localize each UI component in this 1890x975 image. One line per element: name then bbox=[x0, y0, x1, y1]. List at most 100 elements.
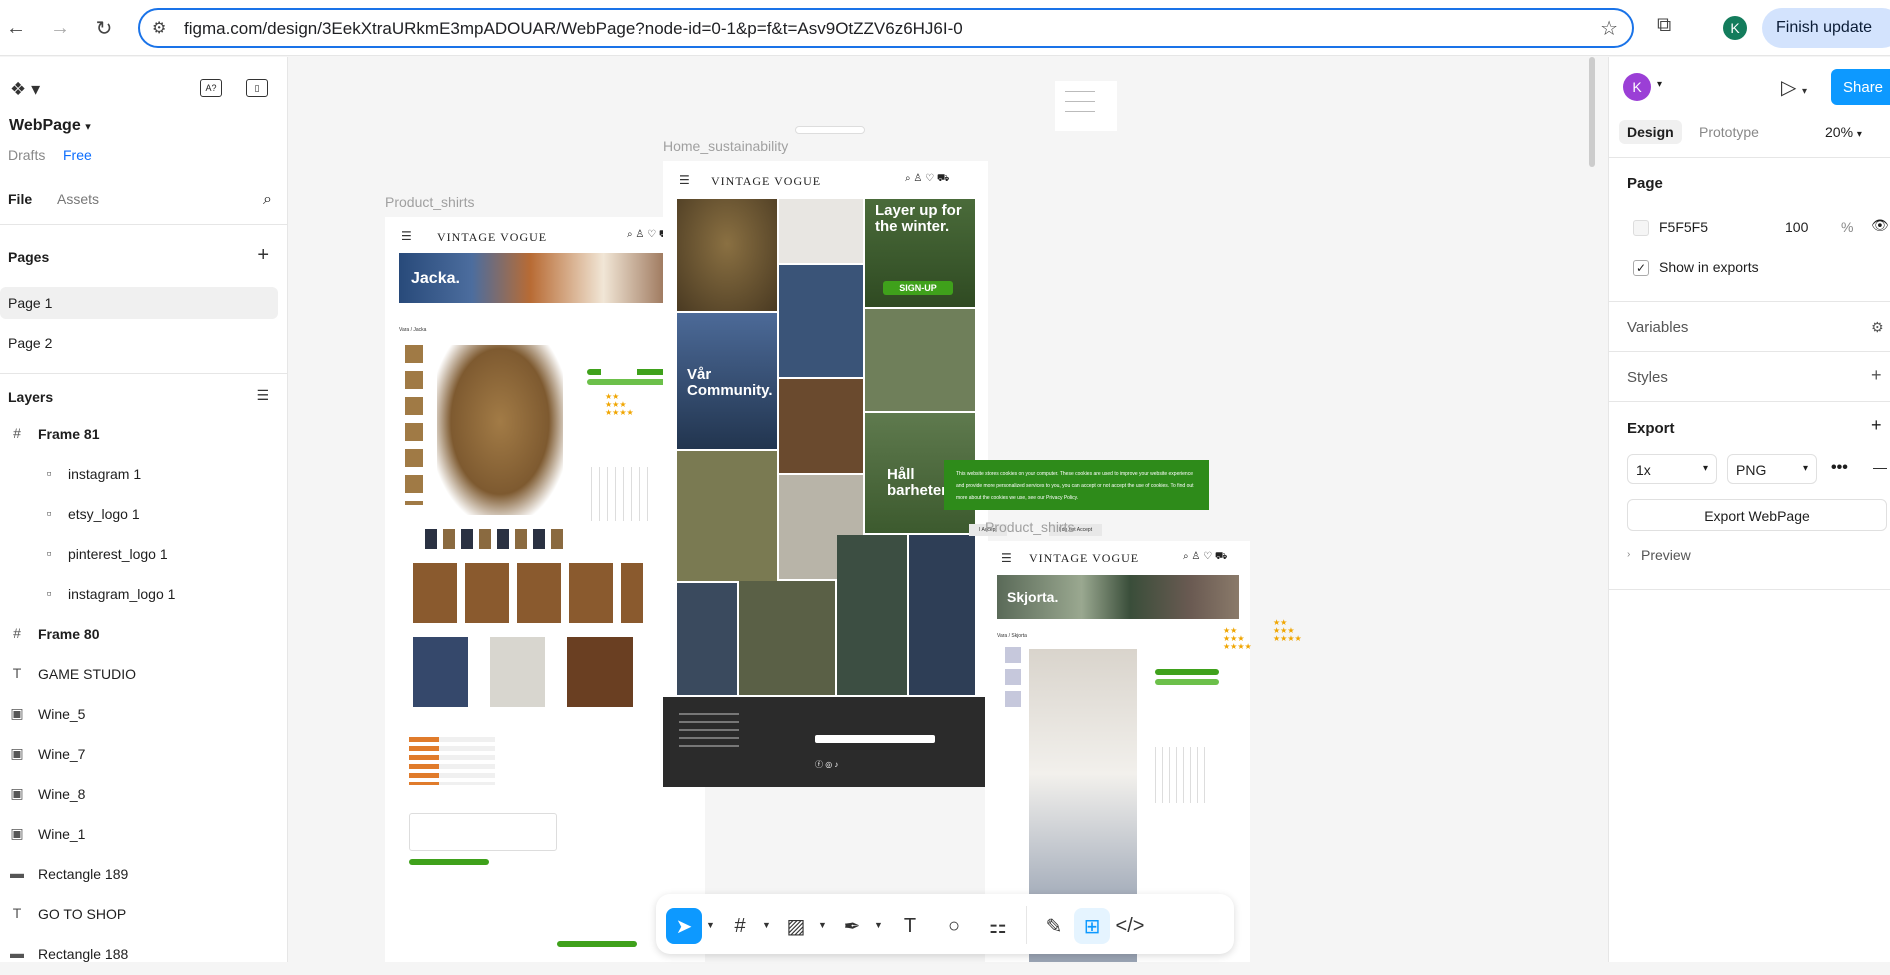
show-in-exports-checkbox[interactable]: ✓ bbox=[1633, 260, 1649, 276]
preview-toggle[interactable]: Preview bbox=[1641, 547, 1691, 563]
user-avatar[interactable]: K bbox=[1623, 73, 1651, 101]
eye-icon[interactable]: 👁 bbox=[1871, 217, 1889, 234]
layer-item[interactable]: ▬ Rectangle 189 bbox=[0, 855, 288, 895]
bg-color-value[interactable]: F5F5F5 bbox=[1659, 219, 1708, 235]
extensions-icon[interactable]: ⧉ bbox=[1657, 14, 1671, 37]
variables-icon[interactable]: ⚙ bbox=[1871, 319, 1884, 336]
layer-item[interactable]: ▫ instagram_logo 1 bbox=[0, 575, 288, 615]
page-item-2[interactable]: Page 2 bbox=[0, 327, 278, 359]
layer-item[interactable]: ▣ Wine_1 bbox=[0, 815, 288, 855]
more-options-icon[interactable]: ••• bbox=[1831, 459, 1848, 477]
chevron-down-icon[interactable]: ▼ bbox=[706, 920, 715, 930]
ai-toggle-icon[interactable]: A? bbox=[200, 79, 222, 97]
move-tool-icon[interactable]: ➤ bbox=[666, 908, 702, 944]
add-export-icon[interactable]: + bbox=[1871, 415, 1882, 436]
frame-label[interactable]: Product_shirts bbox=[985, 519, 1074, 535]
dev-mode-icon[interactable]: </> bbox=[1112, 908, 1148, 944]
design-mode-icon[interactable]: ⊞ bbox=[1074, 908, 1110, 944]
file-name[interactable]: WebPage ▾ bbox=[9, 117, 91, 135]
chevron-down-icon[interactable]: ▼ bbox=[818, 920, 827, 930]
chevron-right-icon[interactable]: › bbox=[1627, 549, 1630, 560]
text-tool-icon[interactable]: T bbox=[892, 908, 928, 944]
home-sustainability-frame[interactable]: ☰ VINTAGE VOGUE ⌕ ♙ ♡ ⛟ Layer up for the… bbox=[663, 161, 988, 701]
tab-assets[interactable]: Assets bbox=[57, 191, 99, 207]
layer-item[interactable]: # Frame 80 bbox=[0, 615, 288, 655]
design-canvas[interactable]: Product_shirts ☰ VINTAGE VOGUE ⌕ ♙ ♡ ⛟ J… bbox=[289, 57, 1607, 962]
stars-cluster[interactable]: ★★ ★★★ ★★★★ bbox=[1273, 619, 1302, 643]
drafts-link[interactable]: Drafts bbox=[8, 147, 45, 163]
layer-item[interactable]: ▫ instagram 1 bbox=[0, 455, 288, 495]
canvas-scrollbar[interactable] bbox=[1589, 57, 1595, 167]
actions-icon[interactable]: ⚏ bbox=[980, 908, 1016, 944]
layers-heading: Layers bbox=[8, 389, 54, 405]
photo-white-jacket bbox=[779, 199, 863, 263]
image-icon: ▣ bbox=[10, 745, 24, 761]
variables-heading[interactable]: Variables bbox=[1627, 319, 1688, 336]
divider bbox=[1609, 157, 1890, 158]
text-lines bbox=[1065, 91, 1095, 115]
add-style-icon[interactable]: + bbox=[1871, 365, 1882, 386]
layer-item[interactable]: ▫ pinterest_logo 1 bbox=[0, 535, 288, 575]
image-tool-icon[interactable]: ▨ bbox=[778, 908, 814, 944]
layer-item[interactable]: # Frame 81 bbox=[0, 415, 288, 455]
color-swatch[interactable] bbox=[1633, 220, 1649, 236]
text-icon: T bbox=[12, 905, 22, 921]
opacity-value[interactable]: 100 bbox=[1785, 219, 1808, 235]
layer-item[interactable]: ▫ etsy_logo 1 bbox=[0, 495, 288, 535]
layer-item[interactable]: ▣ Wine_5 bbox=[0, 695, 288, 735]
figma-menu-icon[interactable]: ❖ ▾ bbox=[10, 79, 40, 100]
footer: ⓕ ◎ ♪ bbox=[663, 697, 988, 787]
forward-icon[interactable]: → bbox=[46, 14, 74, 42]
image-icon: ▣ bbox=[10, 785, 24, 801]
chevron-down-icon[interactable]: ▼ bbox=[874, 920, 883, 930]
product-jacket-frame[interactable]: ☰ VINTAGE VOGUE ⌕ ♙ ♡ ⛟ Jacka. Vara / Ja… bbox=[385, 217, 705, 962]
photo-community: Vår Community. bbox=[677, 313, 777, 449]
photo-brown-jacket bbox=[779, 379, 863, 473]
frame-label[interactable]: Home_sustainability bbox=[663, 138, 788, 154]
layer-item[interactable]: ▣ Wine_8 bbox=[0, 775, 288, 815]
panel-tabs: File Assets ⌕ bbox=[0, 177, 288, 225]
site-info-icon[interactable]: ⚙ bbox=[152, 18, 172, 38]
layer-item[interactable]: T GAME STUDIO bbox=[0, 655, 288, 695]
comment-tool-icon[interactable]: ○ bbox=[936, 908, 972, 944]
back-icon[interactable]: ← bbox=[2, 14, 30, 42]
chevron-down-icon[interactable]: ▼ bbox=[762, 920, 771, 930]
share-button[interactable]: Share bbox=[1831, 69, 1890, 105]
export-scale-select[interactable]: 1x ▾ bbox=[1627, 454, 1717, 484]
layer-item[interactable]: ▣ Wine_7 bbox=[0, 735, 288, 775]
collapse-layers-icon[interactable]: ☰ bbox=[256, 387, 269, 404]
cookie-banner[interactable]: This website stores cookies on your comp… bbox=[944, 460, 1209, 510]
page-item-1[interactable]: Page 1 bbox=[0, 287, 278, 319]
layer-item[interactable]: T GO TO SHOP bbox=[0, 895, 288, 935]
pen-tool-icon[interactable]: ✒ bbox=[834, 908, 870, 944]
export-format-select[interactable]: PNG ▾ bbox=[1727, 454, 1817, 484]
stars-cluster[interactable]: ★★ ★★★ ★★★★ bbox=[1223, 627, 1252, 651]
address-bar[interactable]: ⚙ figma.com/design/3EekXtraURkmE3mpADOUA… bbox=[138, 8, 1634, 48]
frame-tool-icon[interactable]: # bbox=[722, 908, 758, 944]
tab-design[interactable]: Design bbox=[1619, 120, 1682, 144]
stars-cluster[interactable]: ★★ ★★★ ★★★★ bbox=[605, 393, 634, 417]
floating-pill[interactable] bbox=[795, 126, 865, 134]
add-page-icon[interactable]: + bbox=[257, 244, 269, 267]
export-button[interactable]: Export WebPage bbox=[1627, 499, 1887, 531]
draw-tool-icon[interactable]: ✎ bbox=[1036, 908, 1072, 944]
chevron-down-icon[interactable]: ▾ bbox=[1657, 79, 1662, 90]
small-text-frame[interactable] bbox=[1055, 81, 1117, 131]
small-white-frame[interactable] bbox=[601, 337, 637, 377]
profile-avatar[interactable]: K bbox=[1723, 16, 1747, 40]
present-icon[interactable]: ▷ ▾ bbox=[1781, 75, 1807, 100]
frame-label[interactable]: Product_shirts bbox=[385, 194, 474, 210]
toolbar-divider bbox=[1026, 906, 1027, 944]
reload-icon[interactable]: ↻ bbox=[90, 14, 118, 42]
frame-icon: # bbox=[13, 625, 21, 641]
remove-export-icon[interactable]: — bbox=[1873, 459, 1887, 475]
zoom-level[interactable]: 20% ▾ bbox=[1825, 124, 1862, 140]
search-icon[interactable]: ⌕ bbox=[263, 191, 272, 209]
bookmark-star-icon[interactable]: ☆ bbox=[1600, 16, 1618, 41]
tab-prototype[interactable]: Prototype bbox=[1699, 124, 1759, 140]
tab-file[interactable]: File bbox=[8, 191, 32, 207]
plan-badge[interactable]: Free bbox=[63, 147, 92, 163]
finish-update-button[interactable]: Finish update bbox=[1762, 8, 1890, 48]
layer-item[interactable]: ▬ Rectangle 188 bbox=[0, 935, 288, 975]
panel-toggle-icon[interactable]: ▯ bbox=[246, 79, 268, 97]
